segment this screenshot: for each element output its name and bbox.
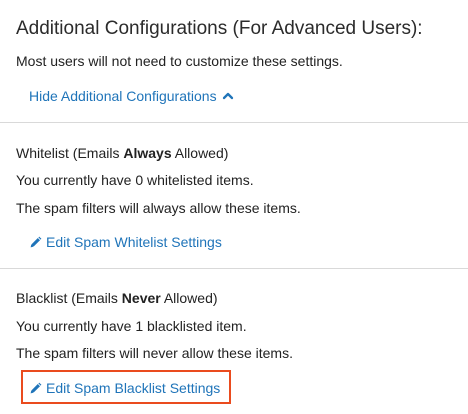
- edit-spam-whitelist-settings-label: Edit Spam Whitelist Settings: [46, 234, 222, 250]
- whitelist-title-emphasis: Always: [123, 145, 172, 161]
- additional-configurations-header: Additional Configurations (For Advanced …: [0, 0, 468, 122]
- page-subtitle: Most users will not need to customize th…: [16, 53, 343, 69]
- section-divider: [0, 122, 468, 123]
- chevron-up-icon: [222, 91, 234, 101]
- blacklist-title-prefix: Blacklist (Emails: [16, 290, 122, 306]
- whitelist-title-suffix: Allowed): [171, 145, 229, 161]
- whitelist-description: The spam filters will always allow these…: [16, 200, 301, 216]
- configuration-panel: Additional Configurations (For Advanced …: [0, 0, 468, 414]
- pencil-icon: [29, 382, 42, 395]
- edit-spam-blacklist-settings-link[interactable]: Edit Spam Blacklist Settings: [29, 379, 220, 397]
- hide-additional-configurations-label: Hide Additional Configurations: [29, 88, 217, 104]
- whitelist-title-prefix: Whitelist (Emails: [16, 145, 124, 161]
- section-divider: [0, 268, 468, 269]
- blacklist-title-suffix: Allowed): [160, 290, 218, 306]
- whitelist-title: Whitelist (Emails Always Allowed): [16, 144, 228, 162]
- blacklist-description: The spam filters will never allow these …: [16, 345, 293, 361]
- blacklist-title: Blacklist (Emails Never Allowed): [16, 289, 218, 307]
- edit-spam-whitelist-settings-link[interactable]: Edit Spam Whitelist Settings: [29, 233, 222, 251]
- page-title: Additional Configurations (For Advanced …: [16, 18, 423, 39]
- hide-additional-configurations-link[interactable]: Hide Additional Configurations: [29, 87, 234, 105]
- edit-spam-blacklist-settings-label: Edit Spam Blacklist Settings: [46, 380, 221, 396]
- blacklist-count-text: You currently have 1 blacklisted item.: [16, 318, 247, 334]
- whitelist-count-text: You currently have 0 whitelisted items.: [16, 172, 254, 188]
- blacklist-title-emphasis: Never: [121, 290, 161, 306]
- pencil-icon: [29, 236, 42, 249]
